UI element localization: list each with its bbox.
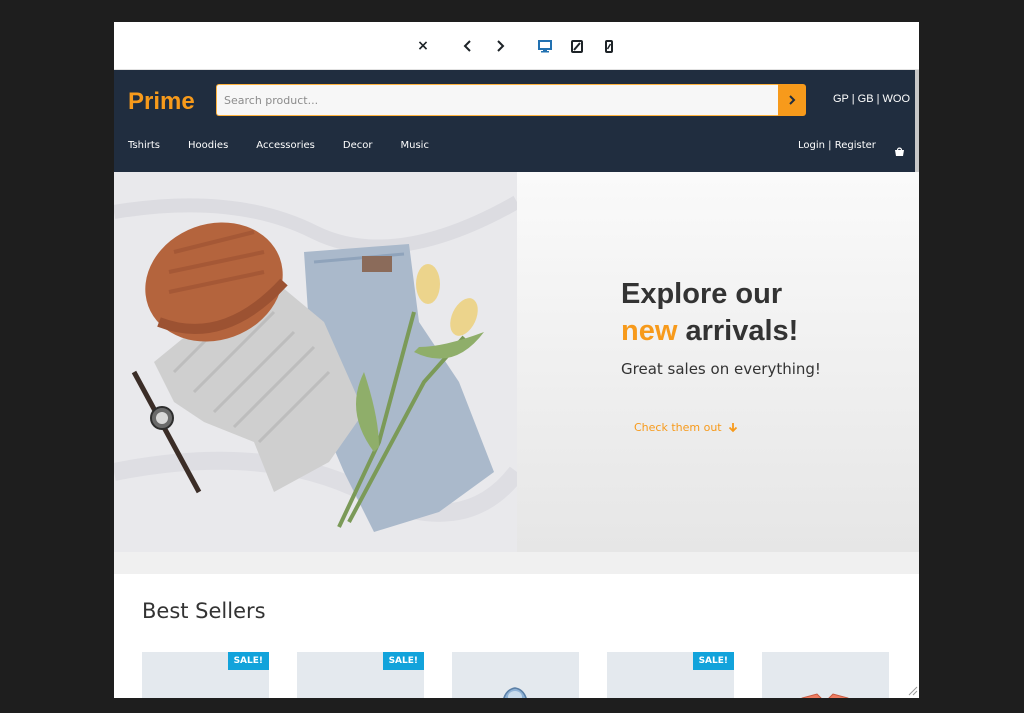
chevron-right-icon xyxy=(789,95,796,105)
hero-banner: Explore our new arrivals! Great sales on… xyxy=(114,172,919,552)
hero-title: Explore our new arrivals! xyxy=(621,278,799,347)
chevron-right-icon[interactable] xyxy=(490,36,510,56)
nav-item-hoodies[interactable]: Hoodies xyxy=(188,140,228,151)
login-register-link[interactable]: Login | Register xyxy=(798,140,876,151)
nav-item-accessories[interactable]: Accessories xyxy=(256,140,315,151)
hero-image xyxy=(114,172,517,552)
product-card[interactable] xyxy=(452,652,579,698)
mobile-icon[interactable] xyxy=(599,36,619,56)
sale-badge: SALE! xyxy=(227,652,269,670)
chevron-left-icon[interactable] xyxy=(458,36,478,56)
desktop-icon[interactable] xyxy=(535,36,555,56)
nav-item-tshirts[interactable]: Tshirts xyxy=(128,140,160,151)
product-card[interactable] xyxy=(762,652,889,698)
site-logo[interactable]: Prime xyxy=(128,88,195,116)
hero-subtitle: Great sales on everything! xyxy=(621,360,821,378)
language-switcher[interactable]: GP | GB | WOO xyxy=(833,93,910,105)
section-divider xyxy=(114,552,919,574)
best-sellers-title: Best Sellers xyxy=(142,599,266,623)
nav-item-music[interactable]: Music xyxy=(400,140,428,151)
product-card[interactable]: SALE! xyxy=(297,652,424,698)
tablet-icon[interactable] xyxy=(567,36,587,56)
nav-item-decor[interactable]: Decor xyxy=(343,140,373,151)
preview-toolbar: × xyxy=(114,22,919,70)
close-icon[interactable]: × xyxy=(413,36,433,56)
check-them-out-link[interactable]: Check them out xyxy=(634,421,738,434)
search-button[interactable] xyxy=(778,84,806,116)
search-form xyxy=(216,84,806,116)
search-input[interactable] xyxy=(216,84,778,116)
hero-content: Explore our new arrivals! Great sales on… xyxy=(517,172,919,552)
product-card[interactable]: SALE! xyxy=(607,652,734,698)
preview-frame: × Prime GP | GB | WOO Tshirts Hoodies xyxy=(114,22,919,698)
sale-badge: SALE! xyxy=(692,652,734,670)
arrow-down-icon xyxy=(728,423,737,433)
main-nav: Tshirts Hoodies Accessories Decor Music xyxy=(128,140,457,151)
product-grid: SALE! SALE! SALE! xyxy=(142,652,889,698)
resize-handle-icon[interactable] xyxy=(908,686,918,696)
cart-icon[interactable] xyxy=(894,142,905,161)
product-card[interactable]: SALE! xyxy=(142,652,269,698)
hero-title-accent: new xyxy=(621,315,678,347)
sale-badge: SALE! xyxy=(382,652,424,670)
site-header: Prime GP | GB | WOO Tshirts Hoodies Acce… xyxy=(114,70,915,172)
